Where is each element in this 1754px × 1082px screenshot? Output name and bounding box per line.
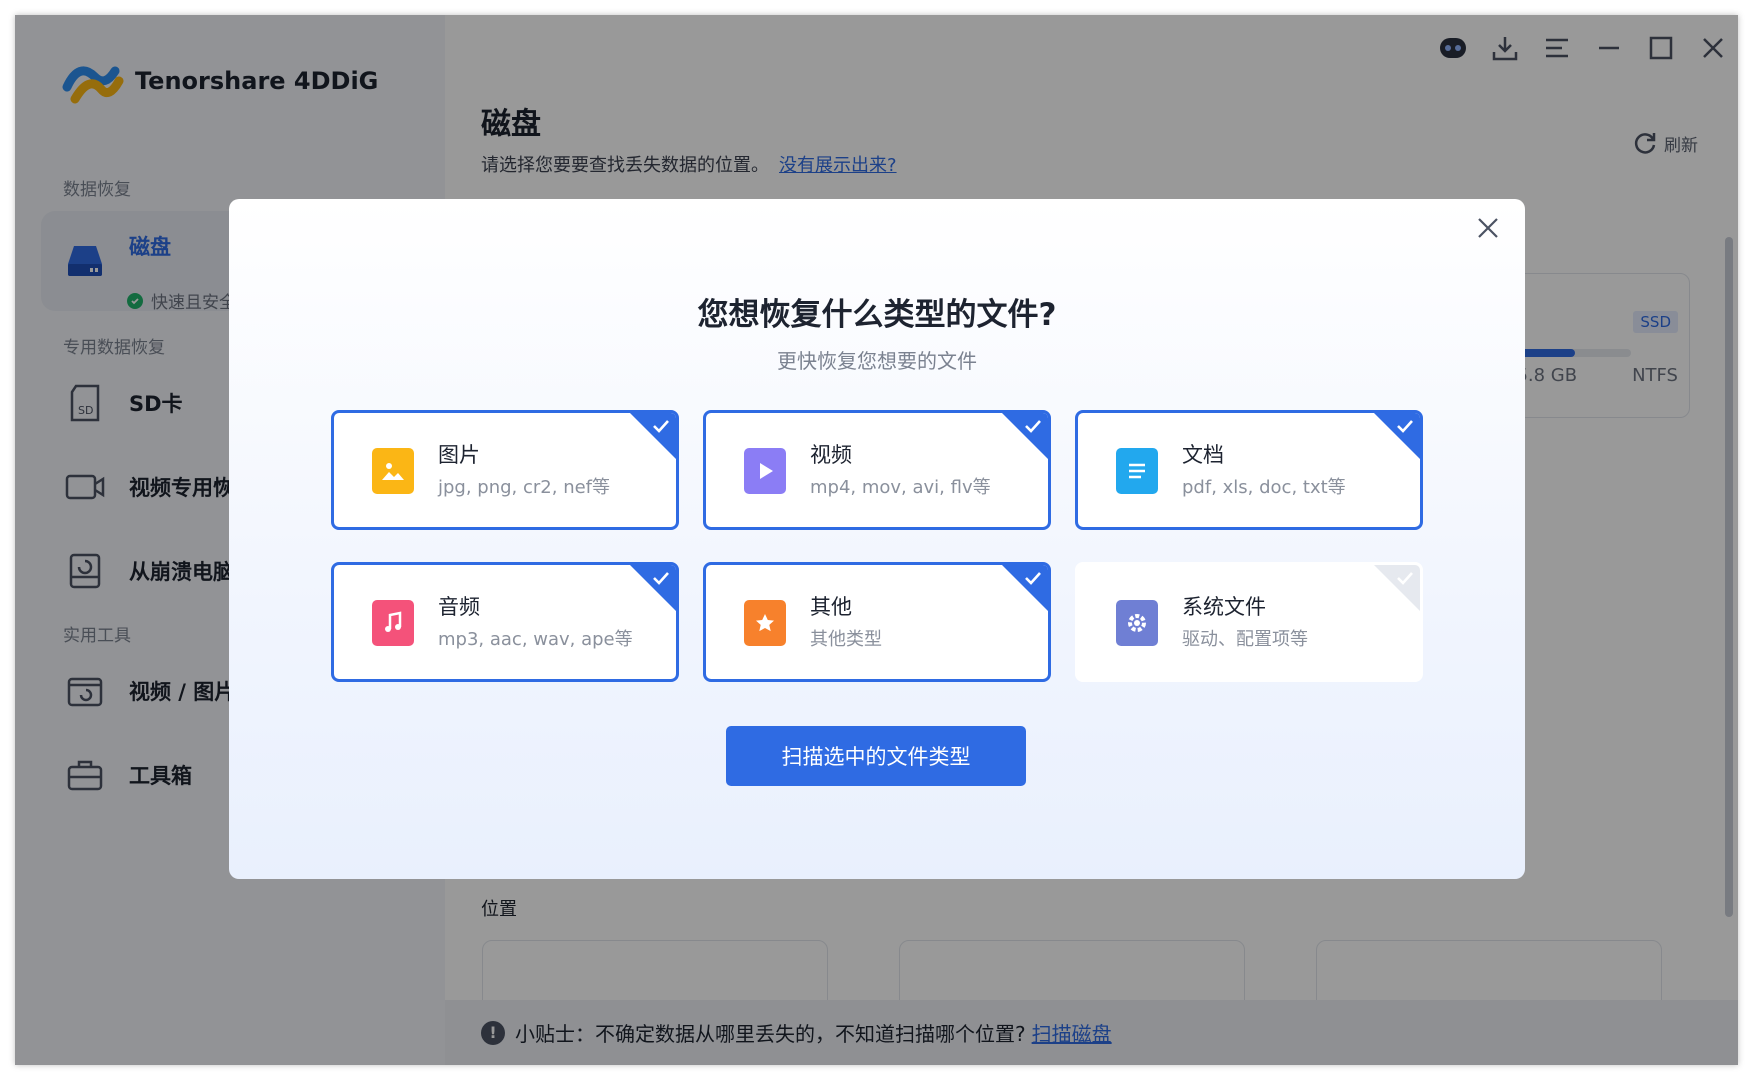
file-type-card-1[interactable]: 视频 mp4, mov, avi, flv等 [703,410,1051,530]
file-type-card-4[interactable]: 其他 其他类型 [703,562,1051,682]
file-type-name: 视频 [810,443,852,467]
file-type-name: 文档 [1182,443,1224,467]
dialog-subtitle: 更快恢复您想要的文件 [777,349,977,373]
checkmark-icon [1025,572,1041,585]
close-icon [1478,218,1498,238]
file-type-name: 其他 [810,595,852,619]
file-type-card-3[interactable]: 音频 mp3, aac, wav, ape等 [331,562,679,682]
dialog-close-button[interactable] [1471,211,1505,245]
checkmark-icon [653,420,669,433]
file-type-name: 音频 [438,595,480,619]
checkmark-icon [1397,572,1413,585]
checkmark-icon [653,572,669,585]
file-type-card-0[interactable]: 图片 jpg, png, cr2, nef等 [331,410,679,530]
star-icon [744,600,786,646]
file-type-desc: pdf, xls, doc, txt等 [1182,477,1346,498]
file-type-name: 图片 [438,443,480,467]
file-type-desc: mp4, mov, avi, flv等 [810,477,991,498]
checkmark-icon [1025,420,1041,433]
file-type-desc: 驱动、配置项等 [1182,629,1308,650]
gear-icon [1116,600,1158,646]
app-window: Tenorshare 4DDiG 数据恢复 磁盘 快速且安全 专用数据恢复 SD… [15,15,1738,1065]
video-play-icon [744,448,786,494]
image-icon [372,448,414,494]
scan-selected-types-button[interactable]: 扫描选中的文件类型 [726,726,1026,786]
file-type-name: 系统文件 [1182,595,1266,619]
file-type-dialog: 您想恢复什么类型的文件? 更快恢复您想要的文件 图片 jpg, png, cr2,… [229,199,1525,879]
file-type-desc: mp3, aac, wav, ape等 [438,629,633,650]
checkmark-icon [1397,420,1413,433]
file-type-desc: 其他类型 [810,629,882,650]
document-icon [1116,448,1158,494]
music-icon [372,600,414,646]
file-type-card-2[interactable]: 文档 pdf, xls, doc, txt等 [1075,410,1423,530]
dialog-title: 您想恢复什么类型的文件? [697,297,1057,333]
file-type-card-5[interactable]: 系统文件驱动、配置项等 [1075,562,1423,682]
file-type-desc: jpg, png, cr2, nef等 [438,477,611,498]
